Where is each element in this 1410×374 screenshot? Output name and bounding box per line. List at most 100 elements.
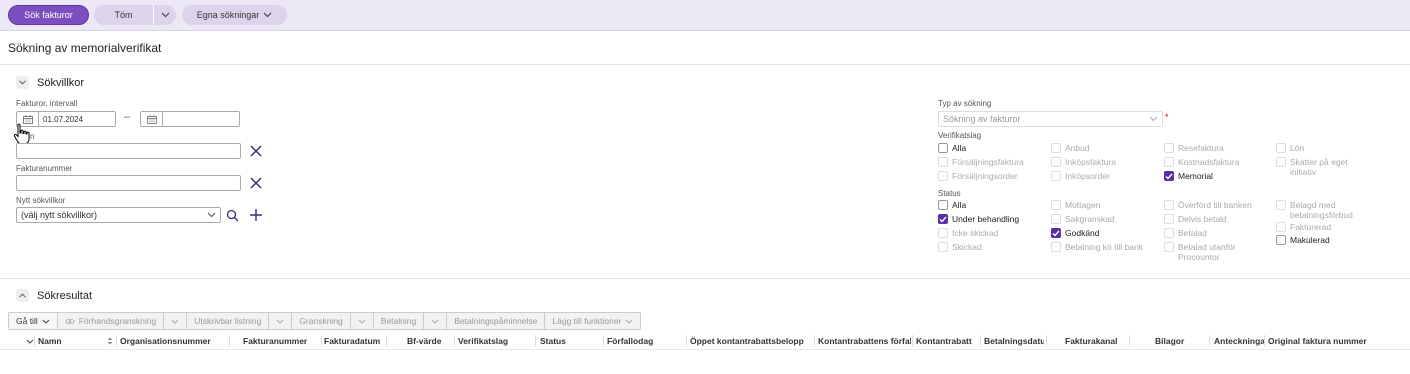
status-option[interactable]: Icke skickad	[938, 228, 998, 238]
clear-button[interactable]: Töm	[94, 10, 153, 20]
verifikatslag-option[interactable]: Försäljningsfaktura	[938, 157, 1024, 167]
column-separator[interactable]	[321, 335, 322, 347]
status-option[interactable]: Sakgranskad	[1051, 214, 1115, 224]
column-separator[interactable]	[454, 335, 455, 347]
column-header[interactable]: Fakturadatum	[324, 334, 384, 348]
preview-dropdown[interactable]	[164, 313, 188, 329]
verifikatslag-option[interactable]: Alla	[938, 143, 966, 153]
verifikatslag-option[interactable]: Lön	[1276, 143, 1304, 153]
checkbox[interactable]	[1276, 235, 1286, 245]
checkbox[interactable]	[1276, 143, 1286, 153]
review-button[interactable]: Granskning	[292, 313, 351, 329]
review-dropdown[interactable]	[351, 313, 374, 329]
status-option[interactable]: Delvis betald	[1164, 214, 1227, 224]
checkbox[interactable]	[1164, 228, 1174, 238]
status-option[interactable]: Makulerad	[1276, 235, 1330, 245]
column-header[interactable]: Öppet kontantrabattsbelopp	[690, 334, 812, 348]
status-option[interactable]: Fakturerad	[1276, 222, 1331, 232]
verifikatslag-option[interactable]: Inköpsorder	[1051, 171, 1110, 181]
checkbox[interactable]	[1051, 228, 1061, 238]
checkbox[interactable]	[1164, 157, 1174, 167]
status-option[interactable]: Betalning kö till bank	[1051, 242, 1143, 252]
checkbox[interactable]	[1276, 200, 1286, 210]
search-type-select[interactable]: Sökning av fakturor	[938, 111, 1163, 127]
date-to-field[interactable]	[140, 111, 240, 127]
payment-button[interactable]: Betalning	[374, 313, 425, 329]
invoice-number-input[interactable]	[16, 175, 241, 191]
column-header[interactable]: Betalningsdatum	[984, 334, 1044, 348]
sort-icon[interactable]	[107, 337, 113, 345]
status-option[interactable]: Alla	[938, 200, 966, 210]
search-icon[interactable]	[226, 209, 239, 222]
column-header[interactable]: Bilagor	[1155, 334, 1201, 348]
checkbox[interactable]	[1164, 171, 1174, 181]
collapse-criteria-chevron-icon[interactable]	[16, 76, 29, 89]
column-header[interactable]: Status	[540, 334, 604, 348]
checkbox[interactable]	[938, 228, 948, 238]
preview-button[interactable]: Förhandsgranskning	[58, 313, 165, 329]
verifikatslag-option[interactable]: Inköpsfaktura	[1051, 157, 1116, 167]
checkbox[interactable]	[1276, 222, 1286, 232]
collapse-results-chevron-up-icon[interactable]	[16, 289, 29, 302]
checkbox[interactable]	[1051, 214, 1061, 224]
checkbox[interactable]	[1164, 214, 1174, 224]
field2-input[interactable]	[16, 143, 241, 159]
checkbox[interactable]	[1051, 200, 1061, 210]
status-option[interactable]: Godkänd	[1051, 228, 1100, 238]
column-header[interactable]: Namn	[38, 334, 113, 348]
column-header[interactable]: Anteckningar	[1214, 334, 1264, 348]
row-menu-icon[interactable]	[26, 334, 34, 348]
checkbox[interactable]	[938, 157, 948, 167]
checkbox[interactable]	[938, 143, 948, 153]
column-separator[interactable]	[814, 335, 815, 347]
checkbox[interactable]	[1164, 143, 1174, 153]
column-header[interactable]: Kontantrabatt	[916, 334, 978, 348]
status-option[interactable]: Skickad	[938, 242, 982, 252]
printable-list-dropdown[interactable]	[269, 313, 293, 329]
column-header[interactable]: Verifikatslag	[458, 334, 536, 348]
payment-dropdown[interactable]	[424, 313, 448, 329]
checkbox[interactable]	[938, 200, 948, 210]
column-separator[interactable]	[1129, 335, 1130, 347]
column-separator[interactable]	[1046, 335, 1047, 347]
verifikatslag-option[interactable]: Anbud	[1051, 143, 1090, 153]
checkbox[interactable]	[1051, 143, 1061, 153]
status-option[interactable]: Betalad utanför Procountor	[1164, 242, 1264, 262]
column-separator[interactable]	[686, 335, 687, 347]
checkbox[interactable]	[1164, 242, 1174, 252]
checkbox[interactable]	[938, 171, 948, 181]
checkbox[interactable]	[1051, 242, 1061, 252]
checkbox[interactable]	[1051, 171, 1061, 181]
new-condition-select[interactable]: (välj nytt sökvillkor)	[16, 207, 221, 223]
verifikatslag-option[interactable]: Kostnadsfaktura	[1164, 157, 1239, 167]
payment-reminder-button[interactable]: Betalningspåminnelse	[447, 313, 546, 329]
column-separator[interactable]	[1264, 335, 1265, 347]
column-separator[interactable]	[912, 335, 913, 347]
checkbox[interactable]	[938, 242, 948, 252]
calendar-icon[interactable]	[141, 112, 163, 126]
status-option[interactable]: Under behandling	[938, 214, 1019, 224]
column-separator[interactable]	[1209, 335, 1210, 347]
saved-searches-button[interactable]: Egna sökningar	[182, 5, 287, 25]
status-option[interactable]: Överförd till banken	[1164, 200, 1252, 210]
search-invoices-button[interactable]: Sök fakturor	[8, 5, 89, 25]
add-condition-plus-icon[interactable]	[249, 208, 263, 222]
column-separator[interactable]	[386, 335, 387, 347]
remove-condition-close-icon[interactable]	[249, 144, 263, 158]
status-option[interactable]: Betalad	[1164, 228, 1207, 238]
status-option[interactable]: Belagd med betalningsförbud	[1276, 200, 1376, 220]
checkbox[interactable]	[1051, 157, 1061, 167]
checkbox[interactable]	[938, 214, 948, 224]
column-separator[interactable]	[34, 335, 35, 347]
verifikatslag-option[interactable]: Försäljningsorder	[938, 171, 1018, 181]
printable-list-button[interactable]: Utskrivbar listning	[187, 313, 270, 329]
verifikatslag-option[interactable]: Skatter på eget initiativ	[1276, 157, 1371, 177]
remove-invoice-number-close-icon[interactable]	[249, 176, 263, 190]
checkbox[interactable]	[1276, 157, 1286, 167]
checkbox[interactable]	[1164, 200, 1174, 210]
column-separator[interactable]	[980, 335, 981, 347]
column-header[interactable]: Fakturakanal	[1065, 334, 1127, 348]
add-functions-button[interactable]: Lägg till funktioner	[545, 313, 640, 329]
column-header[interactable]: Kontantrabattens förfallodag	[818, 334, 911, 348]
results-section-header[interactable]: Sökresultat	[16, 289, 92, 302]
